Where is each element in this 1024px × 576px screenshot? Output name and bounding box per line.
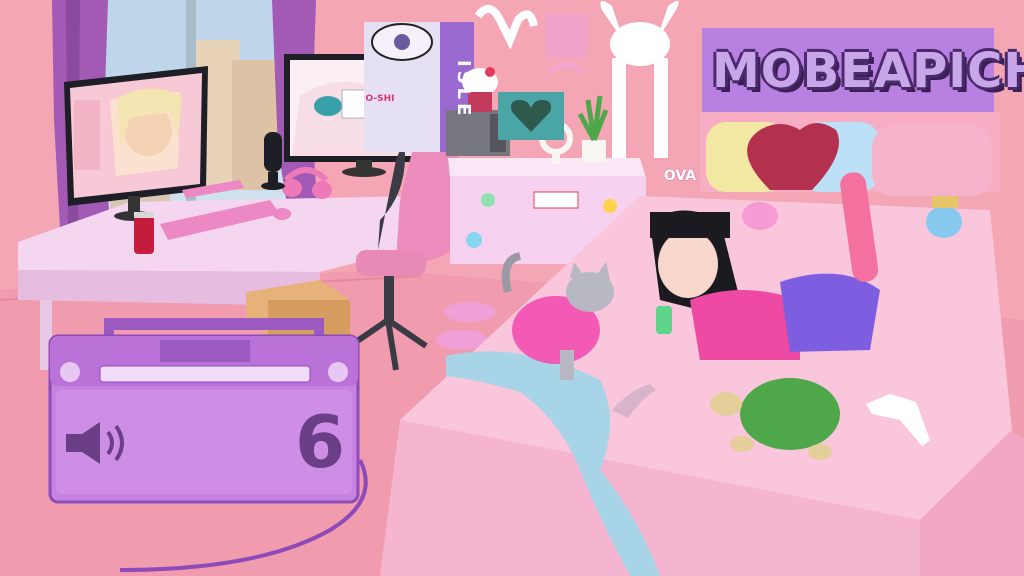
hat-plush: [926, 206, 962, 238]
turtle-hotspot[interactable]: [704, 376, 844, 466]
monitor-right-hotspot[interactable]: [282, 52, 446, 174]
girl-hotspot[interactable]: [640, 200, 840, 360]
bedroom-scene: MOBEAPICH ISLE OVA O-SHI 6: [0, 0, 1024, 576]
boombox-hotspot[interactable]: [50, 336, 358, 502]
mouse: [273, 208, 291, 220]
monitor-left-hotspot[interactable]: [62, 66, 212, 216]
banner-title: MOBEAPICH: [712, 43, 1024, 99]
cat-hotspot[interactable]: [506, 256, 616, 386]
poster-title: ISLE: [453, 60, 474, 120]
wall-sticker: OVA: [663, 168, 697, 184]
anime-poster: [546, 14, 588, 58]
soda-can: [134, 212, 154, 254]
slipper: [444, 302, 496, 322]
